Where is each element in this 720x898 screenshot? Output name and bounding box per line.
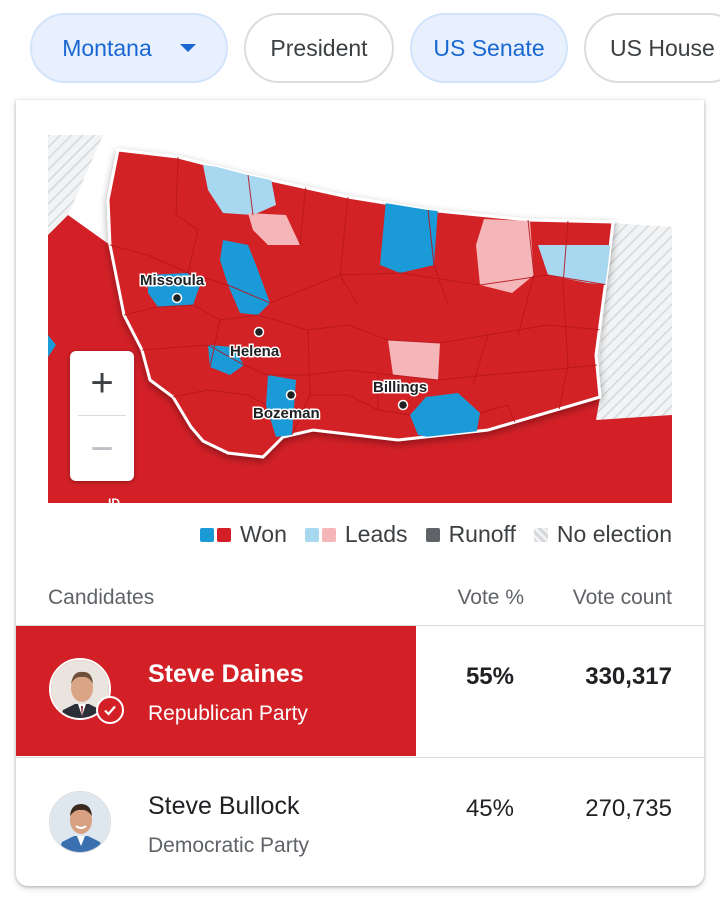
legend-swatch-rep-won [217, 527, 231, 542]
avatar [49, 791, 111, 853]
zoom-in-button[interactable]: + [70, 351, 134, 415]
legend-leads-label: Leads [344, 521, 408, 547]
candidate-photo-bullock [50, 792, 110, 852]
zoom-control: + − [70, 351, 134, 481]
city-label-bozeman: Bozeman [253, 405, 320, 422]
county-rep-leads [476, 219, 534, 293]
city-marker-missoula [171, 292, 183, 304]
results-card: Missoula Helena Bozeman Billings ID + − … [16, 100, 704, 886]
city-label-missoula: Missoula [140, 272, 205, 289]
legend-swatch-dem-won [200, 527, 214, 542]
tab-us-house[interactable]: US House [584, 13, 720, 83]
neighbor-state-label: ID [108, 496, 120, 503]
candidate-party: Democratic Party [148, 834, 310, 857]
legend-no-election: No election [533, 521, 672, 548]
winner-check-icon [96, 696, 124, 724]
vote-percent: 45% [465, 795, 514, 822]
legend-won: Won [200, 521, 287, 548]
candidate-row-winner[interactable]: Steve Daines Republican Party 55% 330,31… [16, 625, 704, 756]
county-results-map[interactable]: Missoula Helena Bozeman Billings ID + − [48, 135, 672, 503]
tab-us-senate[interactable]: US Senate [410, 13, 568, 83]
vote-count: 330,317 [585, 663, 672, 690]
legend-won-label: Won [240, 521, 287, 547]
tab-us-senate-label: US Senate [433, 34, 545, 61]
city-marker-helena [253, 326, 265, 338]
legend-runoff: Runoff [425, 521, 516, 548]
legend-runoff-label: Runoff [448, 521, 516, 547]
zoom-divider [78, 415, 126, 416]
legend-swatch-runoff [425, 527, 440, 542]
filter-chip-bar: Montana President US Senate US House [0, 0, 720, 100]
state-dropdown-label: Montana [62, 34, 152, 61]
candidate-row[interactable]: Steve Bullock Democratic Party 45% 270,7… [16, 757, 704, 887]
legend-swatch-dem-leads [304, 527, 319, 542]
legend-swatch-no-election [533, 527, 548, 542]
candidate-name: Steve Daines [148, 660, 304, 688]
city-label-billings: Billings [373, 379, 427, 396]
city-label-helena: Helena [230, 343, 280, 360]
header-vote-count: Vote count [572, 586, 672, 609]
city-marker-billings [397, 399, 409, 411]
vote-percent: 55% [465, 663, 514, 690]
zoom-out-button[interactable]: − [70, 417, 134, 481]
tab-us-house-label: US House [610, 34, 715, 61]
candidate-party: Republican Party [148, 702, 308, 725]
tab-president[interactable]: President [244, 13, 394, 83]
header-candidates: Candidates [48, 586, 155, 609]
vote-count: 270,735 [585, 795, 672, 822]
chevron-down-icon [179, 44, 196, 52]
city-marker-bozeman [285, 389, 297, 401]
tab-president-label: President [270, 34, 368, 61]
candidate-name: Steve Bullock [148, 792, 300, 820]
montana-map-svg: Missoula Helena Bozeman Billings ID [48, 135, 672, 503]
legend-no-election-label: No election [556, 521, 672, 547]
county-rep-leads [388, 340, 440, 380]
legend-swatch-rep-leads [321, 527, 336, 542]
map-legend: Won Leads Runoff No election [182, 521, 672, 548]
legend-leads: Leads [304, 521, 408, 548]
state-dropdown-chip[interactable]: Montana [30, 13, 228, 83]
county-dem-won [380, 200, 438, 273]
header-vote-pct: Vote % [457, 586, 524, 609]
